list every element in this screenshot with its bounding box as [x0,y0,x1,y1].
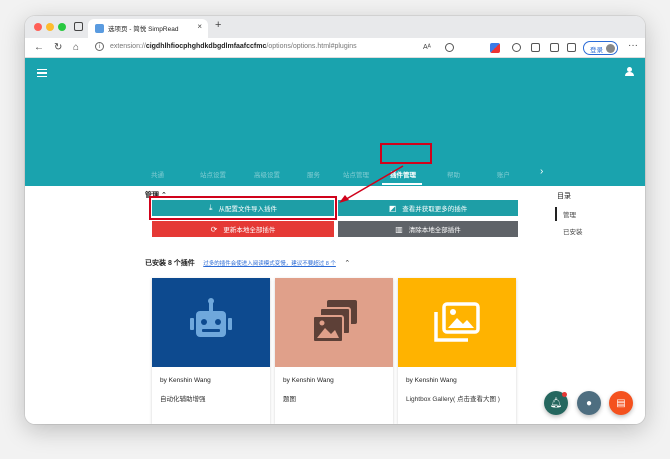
browser-tab[interactable]: 选项页 - 简悦 SimpRead × [88,19,208,38]
toc-title: 目录 [557,193,571,200]
images-icon [312,300,357,343]
installed-note-link[interactable]: 过多的插件会使进入阅读模式变慢，建议不要超过 8 个 [203,261,336,267]
tab-title: 选项页 - 简悦 SimpRead [108,26,179,33]
annotation-highlight-import [149,196,337,220]
plugin-description: 自动化辅助增强 [160,396,206,403]
favorites-icon[interactable] [531,43,540,52]
plugin-card-image [398,278,516,367]
tips-button[interactable]: ● [577,391,601,415]
tab-common[interactable]: 共通 [151,169,164,179]
plugin-card-image [152,278,270,367]
zoom-window-button[interactable] [58,23,66,31]
login-label: 登录 [590,47,603,54]
simpread-extension-icon[interactable] [490,43,500,53]
read-aloud-icon[interactable]: Aᴬ [423,44,431,51]
tab-close-icon[interactable]: × [197,22,202,31]
update-plugins-label: 更新本地全部插件 [223,227,276,234]
login-button[interactable]: 登录 [583,41,618,55]
tab-account[interactable]: 账户 [497,169,510,179]
tab-help[interactable]: 帮助 [447,169,460,179]
tab-bar: 选项页 - 简悦 SimpRead × + [25,16,645,38]
tab-advanced-settings[interactable]: 高级设置 [254,169,280,179]
robot-icon [190,298,232,337]
message-icon: ▤ [616,397,626,409]
annotation-arrow [339,165,404,203]
reload-button[interactable]: ↻ [54,42,62,53]
plugin-card[interactable]: by Kenshin Wang Lightbox Gallery( 点击查看大图… [398,278,516,424]
toc-item-manage[interactable]: 管理 [563,209,576,219]
browser-window: 选项页 - 简悦 SimpRead × + ← ↻ ⌂ i extension:… [25,16,645,424]
new-tab-button[interactable]: + [215,19,221,31]
chevron-up-icon[interactable]: ⌃ [344,260,350,267]
open-external-icon: ◩ [388,203,397,213]
plugin-description: 题图 [283,396,296,403]
bell-icon: 🔔︎ [549,397,563,409]
user-icon[interactable] [625,67,634,77]
info-icon[interactable]: i [95,42,104,51]
lightbulb-icon: ● [585,397,593,409]
address-bar: ← ↻ ⌂ i extension://cigdhlhfiocphghdkdbg… [25,38,645,58]
trash-icon: ▥ [395,224,403,234]
more-menu-icon[interactable]: ··· [628,40,638,51]
extensions-icon[interactable] [567,43,576,52]
plugin-author: by Kenshin Wang [283,377,334,384]
home-button[interactable]: ⌂ [73,42,79,53]
sync-icon: ⟳ [210,224,218,234]
chevron-right-icon[interactable]: › [540,166,543,177]
favorite-star-icon[interactable] [445,43,454,52]
close-window-button[interactable] [34,23,42,31]
menu-icon[interactable] [37,69,47,77]
tab-actions-icon[interactable] [74,22,83,31]
simpread-favicon-icon [95,24,104,33]
clear-plugins-label: 清除本地全部插件 [408,227,461,234]
installed-title: 已安装 8 个插件 [145,260,195,267]
url-text: extension://cigdhlhfiocphghdkdbgdlmfaafc… [110,43,357,50]
gallery-icon [434,302,480,342]
clear-plugins-button[interactable]: ▥ 清除本地全部插件 [338,221,518,237]
plugin-author: by Kenshin Wang [160,377,211,384]
installed-header: 已安装 8 个插件 过多的插件会使进入阅读模式变慢，建议不要超过 8 个 ⌃ [145,252,350,270]
notification-badge [562,392,567,397]
plugin-card-image [275,278,393,367]
refresh-extension-icon[interactable] [512,43,521,52]
toc-active-indicator [555,207,557,221]
url-field[interactable]: i extension://cigdhlhfiocphghdkdbgdlmfaa… [95,41,465,55]
back-button[interactable]: ← [34,42,44,53]
update-plugins-button[interactable]: ⟳ 更新本地全部插件 [152,221,334,237]
tab-services[interactable]: 服务 [307,169,320,179]
feedback-button[interactable]: ▤ [609,391,633,415]
notification-button[interactable]: 🔔︎ [544,391,568,415]
plugin-author: by Kenshin Wang [406,377,457,384]
get-more-plugins-label: 查看并获取更多的插件 [402,206,468,213]
avatar [606,44,615,53]
annotation-highlight-tab [380,143,432,164]
collections-icon[interactable] [550,43,559,52]
toc-item-installed[interactable]: 已安装 [563,226,583,236]
plugin-description: Lightbox Gallery( 点击查看大图 ) [406,396,500,403]
plugin-card[interactable]: by Kenshin Wang 自动化辅助增强 [152,278,270,424]
tab-site-settings[interactable]: 站点设置 [200,169,226,179]
minimize-window-button[interactable] [46,23,54,31]
plugin-card[interactable]: by Kenshin Wang 题图 [275,278,393,424]
